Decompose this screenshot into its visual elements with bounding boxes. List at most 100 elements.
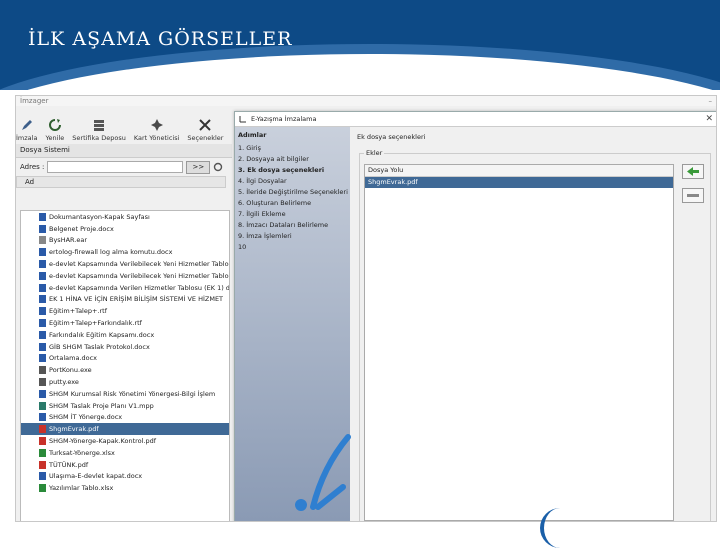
pdf-file-icon	[39, 460, 46, 469]
file-name: e-devlet Kapsamında Verilen Hizmetler Ta…	[49, 283, 229, 292]
pen-icon	[21, 120, 32, 130]
doc-file-icon	[39, 224, 46, 233]
step-item: 1. Giriş	[238, 144, 261, 152]
file-row[interactable]: TÜTÜNK.pdf	[21, 459, 229, 471]
step-list: 1. Giriş 2. Dosyaya ait bilgiler 3. Ek dos…	[235, 143, 350, 253]
add-icon	[687, 167, 699, 176]
doc-file-icon	[39, 342, 46, 351]
file-system-label: Dosya Sistemi	[16, 144, 232, 158]
doc-file-icon	[39, 271, 46, 280]
options-icon	[199, 119, 212, 131]
signing-dialog: E-Yazışma İmzalama ✕ Adımlar 1. Giriş 2. …	[234, 111, 716, 521]
file-file-icon	[39, 236, 46, 245]
file-name: BysHAR.ear	[49, 236, 88, 245]
file-row[interactable]: PortKonu.exe	[21, 364, 229, 376]
file-row[interactable]: Farkındalık Eğitim Kapsamı.docx	[21, 329, 229, 341]
refresh-icon	[48, 119, 61, 131]
file-row[interactable]: Turksat-Yönerge.xlsx	[21, 447, 229, 459]
file-row[interactable]: Eğitim+Talep+.rtf	[21, 305, 229, 317]
attachment-rows: ShgmEvrak.pdf	[365, 177, 673, 188]
mpp-file-icon	[39, 401, 46, 410]
attachment-row[interactable]: ShgmEvrak.pdf	[365, 177, 673, 188]
address-input[interactable]	[47, 161, 184, 173]
exe-file-icon	[39, 366, 46, 375]
file-name: Belgenet Proje.docx	[49, 224, 114, 233]
doc-file-icon	[39, 283, 46, 292]
step-item: 8. İmzacı Dataları Belirleme	[238, 221, 329, 229]
signature-icon	[239, 116, 246, 123]
card-manager-button[interactable]: Kart Yöneticisi	[134, 118, 179, 142]
step-item: 6. Oluşturan Belirleme	[238, 199, 312, 207]
file-name: TÜTÜNK.pdf	[49, 460, 89, 469]
file-name: Ortalama.docx	[49, 354, 98, 363]
column-header-name[interactable]: Ad	[16, 176, 226, 188]
minimize-icon[interactable]: –	[709, 97, 713, 105]
step-item: 2. Dosyaya ait bilgiler	[238, 155, 309, 163]
file-name: Yazılımlar Tablo.xlsx	[49, 484, 114, 493]
file-name: SHGM-Yönerge-Kapak.Kontrol.pdf	[49, 437, 157, 446]
file-name: Eğitim+Talep+.rtf	[49, 307, 108, 316]
remove-icon	[687, 194, 699, 197]
file-row[interactable]: ertolog-firewall log alma komutu.docx	[21, 246, 229, 258]
sign-button[interactable]: İmzala	[16, 118, 37, 142]
add-attachment-button[interactable]	[682, 164, 704, 179]
file-row[interactable]: EK 1 HİNA VE İÇİN ERİŞİM BİLİŞİM SİSTEMİ…	[21, 294, 229, 306]
go-button[interactable]: >>	[186, 160, 211, 174]
file-row[interactable]: Dokumantasyon-Kapak Sayfası	[21, 211, 229, 223]
doc-file-icon	[39, 212, 46, 221]
attachments-group-label: Ekler	[364, 149, 385, 157]
step-item: 9. İmza İşlemleri	[238, 232, 292, 240]
doc-file-icon	[39, 354, 46, 363]
step-item: 5. İleride Değiştirilme Seçenekleri	[238, 188, 348, 196]
rtf-file-icon	[39, 319, 46, 328]
slide-title: İLK AŞAMA GÖRSELLER	[28, 28, 293, 50]
file-row[interactable]: Ortalama.docx	[21, 353, 229, 365]
remove-attachment-button[interactable]	[682, 188, 704, 203]
options-panel: Ek dosya seçenekleri Ekler Dosya Yolu Sh…	[353, 127, 715, 521]
doc-file-icon	[39, 413, 46, 422]
xls-file-icon	[39, 448, 46, 457]
exe-file-icon	[39, 378, 46, 387]
file-row[interactable]: ShgmEvrak.pdf	[21, 423, 229, 436]
file-name: GİB SHGM Taslak Protokol.docx	[49, 342, 150, 351]
file-name: Turksat-Yönerge.xlsx	[49, 448, 115, 457]
file-row[interactable]: e-devlet Kapsamında Verilen Hizmetler Ta…	[21, 282, 229, 294]
file-row[interactable]: e-devlet Kapsamında Verilebilecek Yeni H…	[21, 258, 229, 270]
certificate-store-button[interactable]: Sertifika Deposu	[72, 118, 126, 142]
doc-file-icon	[39, 389, 46, 398]
file-list: Dokumantasyon-Kapak Sayfası Belgenet Proj…	[20, 210, 230, 521]
column-header-file-path[interactable]: Dosya Yolu	[365, 165, 673, 177]
slide-header: İLK AŞAMA GÖRSELLER	[0, 0, 720, 90]
file-row[interactable]: GİB SHGM Taslak Protokol.docx	[21, 341, 229, 353]
options-button[interactable]: Seçenekler	[187, 118, 223, 142]
refresh-button[interactable]: Yenile	[45, 118, 64, 142]
file-name: PortKonu.exe	[49, 366, 92, 375]
file-name: Farkındalık Eğitim Kapsamı.docx	[49, 330, 155, 339]
file-name: Dokumantasyon-Kapak Sayfası	[49, 212, 150, 221]
file-name: e-devlet Kapsamında Verilebilecek Yeni H…	[49, 260, 229, 269]
file-row[interactable]: BysHAR.ear	[21, 235, 229, 247]
xls-file-icon	[39, 484, 46, 493]
step-item: 10	[238, 243, 247, 251]
file-row[interactable]: SHGM-Yönerge-Kapak.Kontrol.pdf	[21, 435, 229, 447]
certificate-store-label: Sertifika Deposu	[72, 134, 126, 142]
file-row[interactable]: SHGM İT Yönerge.docx	[21, 412, 229, 424]
address-refresh-icon[interactable]	[213, 162, 223, 172]
file-row[interactable]: putty.exe	[21, 376, 229, 388]
file-row[interactable]: SHGM Kurumsal Risk Yönetimi Yönergesi-Bi…	[21, 388, 229, 400]
file-row[interactable]: Belgenet Proje.docx	[21, 223, 229, 235]
imzager-window: İmzager – İmzala Yenile Sertifika Deposu…	[15, 95, 717, 522]
close-icon[interactable]: ✕	[705, 114, 713, 124]
file-row[interactable]: Eğitim+Talep+Farkındalık.rtf	[21, 317, 229, 329]
doc-file-icon	[39, 330, 46, 339]
file-row[interactable]: e-devlet Kapsamında Verilebilecek Yeni H…	[21, 270, 229, 282]
file-row[interactable]: Ulaşıma-E-devlet kapat.docx	[21, 471, 229, 483]
panel-title: Ek dosya seçenekleri	[357, 133, 426, 141]
file-row[interactable]: SHGM Taslak Proje Planı V1.mpp	[21, 400, 229, 412]
file-name: SHGM Kurumsal Risk Yönetimi Yönergesi-Bi…	[49, 389, 216, 398]
attachments-group: Ekler Dosya Yolu ShgmEvrak.pdf	[359, 149, 711, 521]
doc-file-icon	[39, 248, 46, 257]
steps-title: Adımlar	[238, 131, 267, 139]
dialog-title: E-Yazışma İmzalama	[251, 115, 317, 123]
file-row[interactable]: Yazılımlar Tablo.xlsx	[21, 482, 229, 494]
